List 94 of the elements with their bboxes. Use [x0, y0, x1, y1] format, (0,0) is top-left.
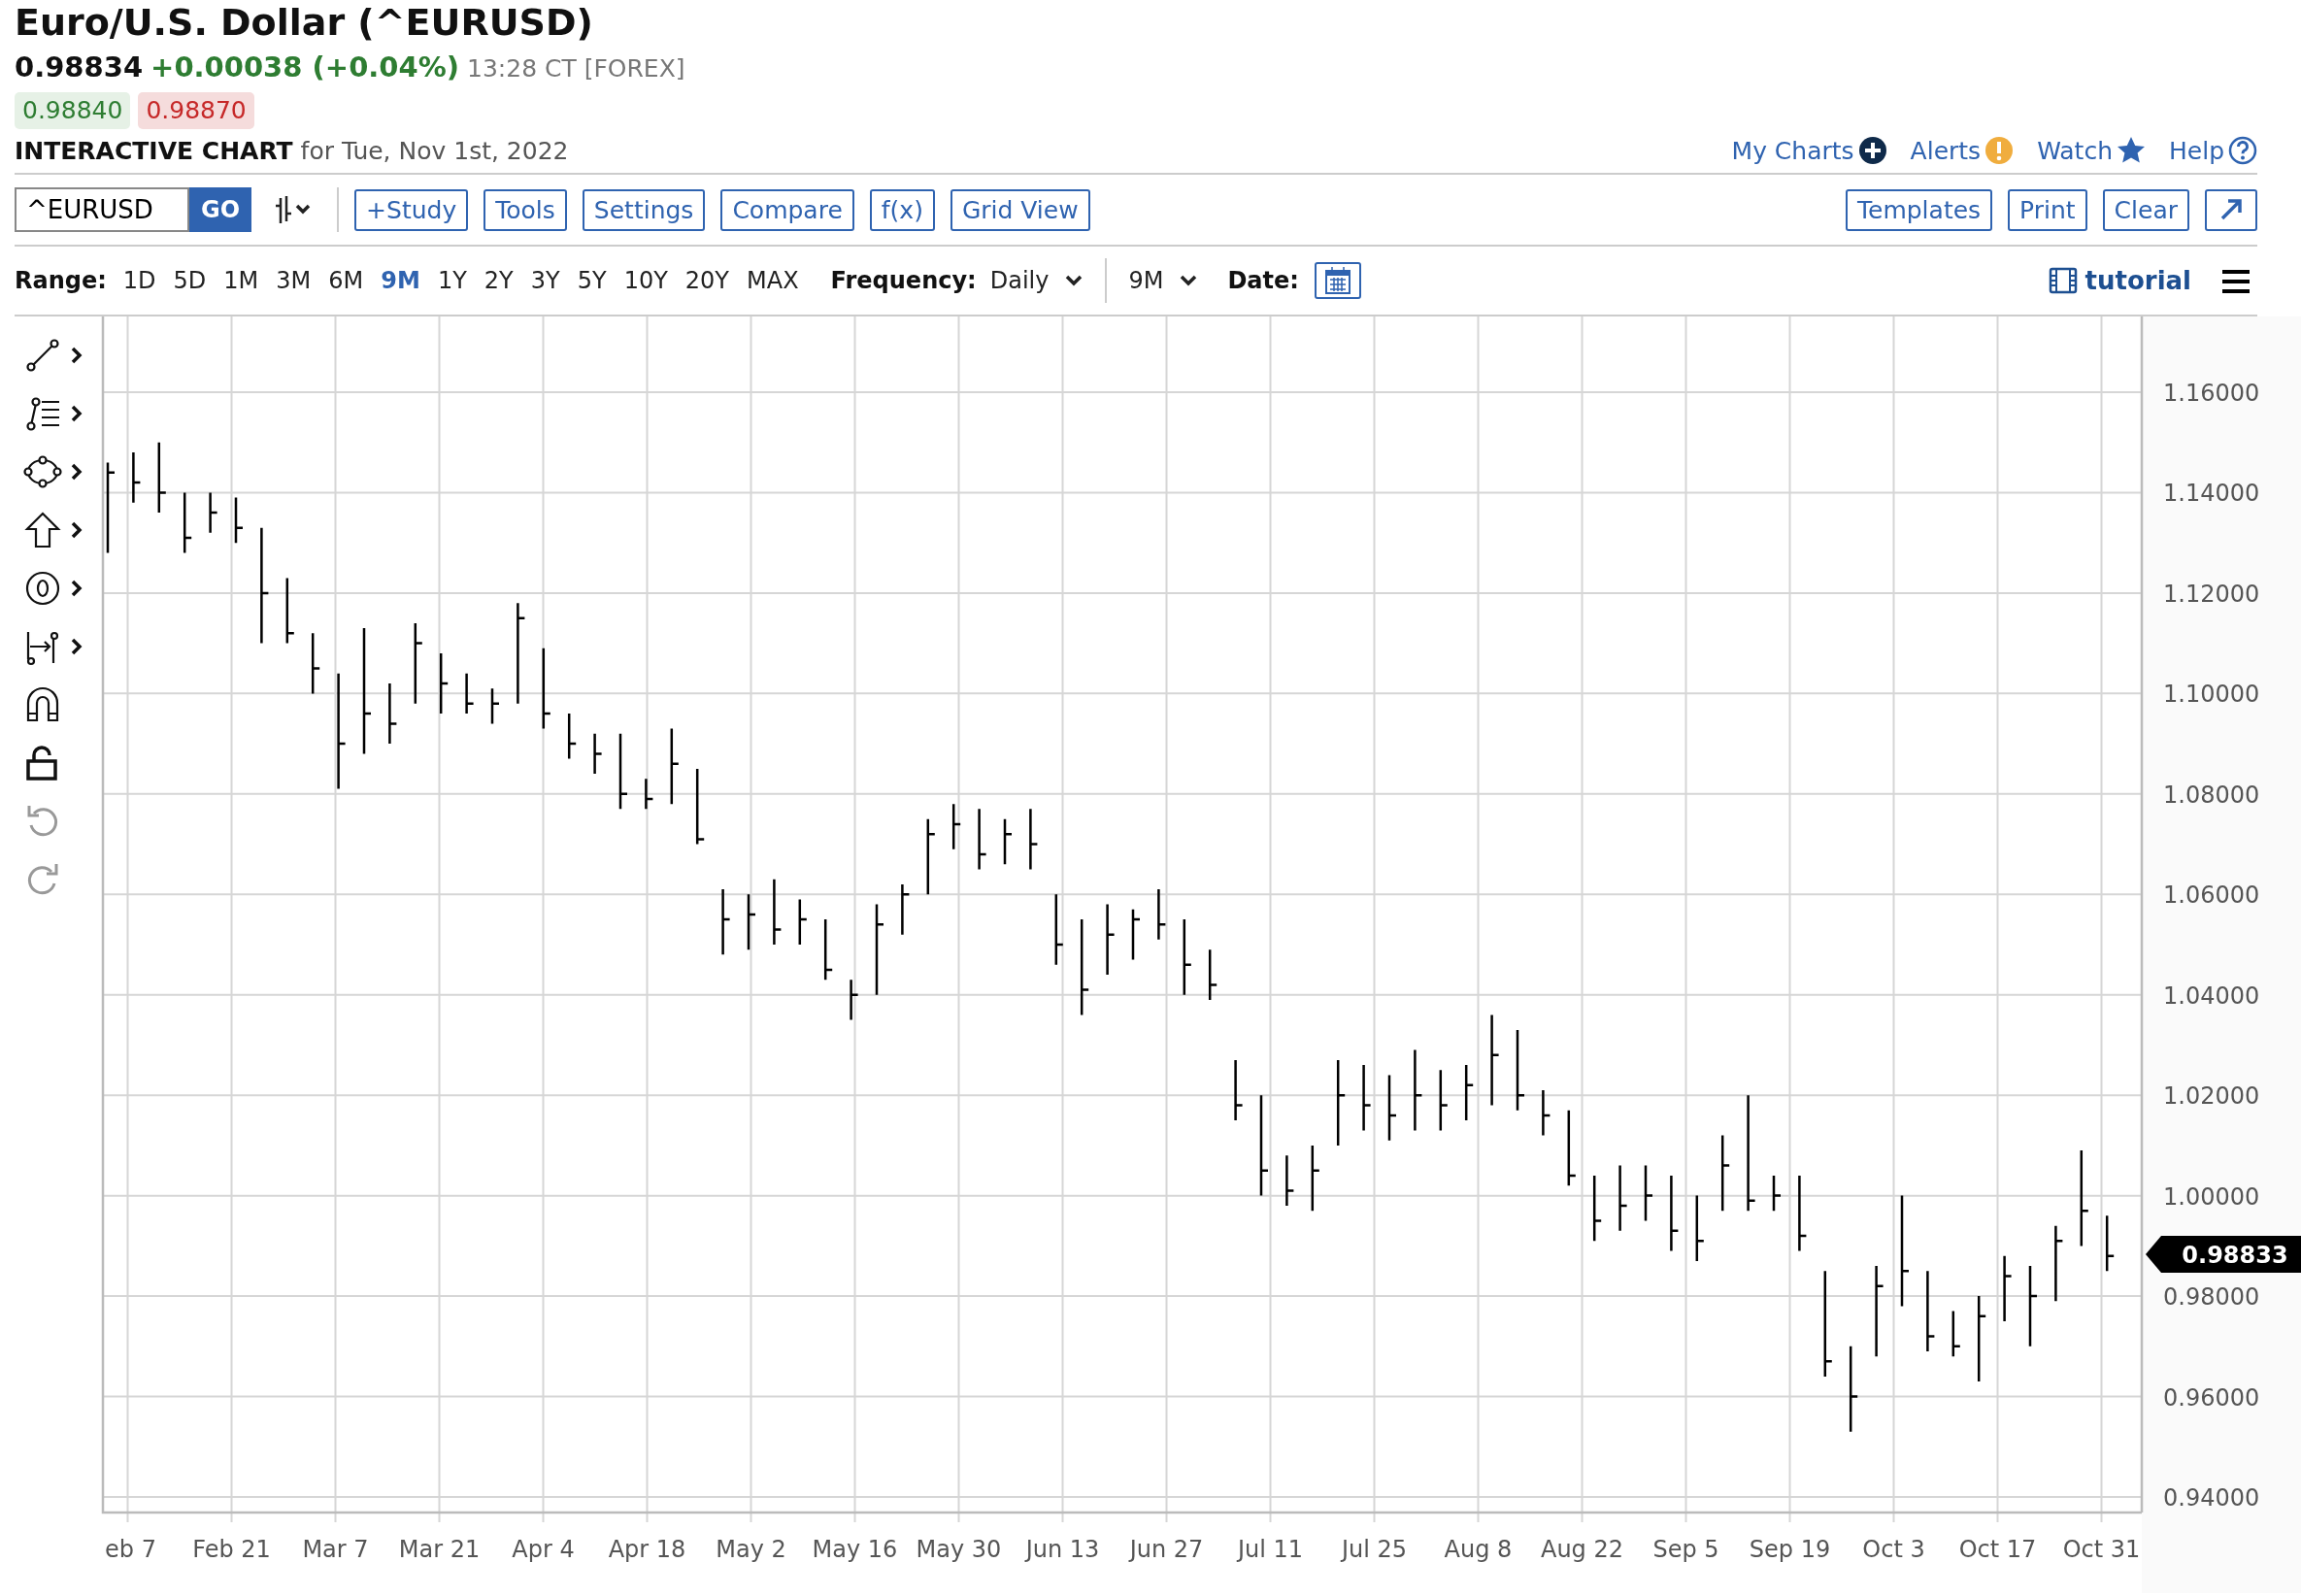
expand-button[interactable] — [2205, 188, 2257, 231]
range-option[interactable]: 5D — [164, 263, 216, 298]
x-axis-label: eb 7 — [105, 1536, 156, 1563]
y-axis-label: 1.02000 — [2163, 1082, 2260, 1111]
y-axis-label: 1.16000 — [2163, 380, 2260, 407]
range-label: Range: — [15, 266, 107, 296]
chevron-right-icon — [70, 637, 83, 656]
x-axis-label: Jun 13 — [1025, 1536, 1100, 1563]
chevron-right-icon — [70, 404, 83, 423]
x-axis-label: May 16 — [812, 1536, 898, 1563]
range-option[interactable]: 9M — [372, 263, 429, 298]
header-link[interactable]: Help — [2169, 132, 2257, 169]
bid-price: 0.98840 — [15, 92, 131, 129]
up-arrow-icon — [23, 511, 62, 549]
range-option[interactable]: 2Y — [475, 263, 522, 298]
y-axis-label: 1.14000 — [2163, 480, 2260, 508]
date-label: Date: — [1227, 266, 1299, 296]
x-axis-label: Aug 8 — [1444, 1536, 1513, 1563]
x-axis-label: Apr 18 — [608, 1536, 686, 1563]
quote-time: 13:28 CT [FOREX] — [467, 52, 685, 84]
x-axis-label: Jul 25 — [1341, 1536, 1408, 1563]
x-axis-label: May 2 — [716, 1536, 786, 1563]
calendar-icon — [1323, 266, 1351, 295]
header-link[interactable]: Watch — [2037, 132, 2146, 169]
frequency-dropdown[interactable]: Daily — [984, 263, 1090, 298]
page-title: Euro/U.S. Dollar (^EURUSD) — [15, 0, 594, 46]
y-axis-label: 1.12000 — [2163, 580, 2260, 608]
chevron-right-icon — [70, 520, 83, 540]
y-axis-label: 0.98000 — [2163, 1283, 2260, 1312]
x-axis-label: Feb 21 — [192, 1536, 271, 1563]
price-change: +0.00038 (+0.04%) — [150, 49, 459, 85]
range-option[interactable]: 3M — [267, 263, 320, 298]
range-option[interactable]: 3Y — [521, 263, 569, 298]
plus-icon — [1857, 136, 1887, 166]
x-axis-label: Mar 7 — [302, 1536, 369, 1563]
y-axis-label: 1.08000 — [2163, 781, 2260, 809]
header-link[interactable]: My Charts — [1731, 132, 1887, 169]
x-axis-label: Jul 11 — [1237, 1536, 1304, 1563]
chevron-down-icon — [1179, 274, 1199, 287]
range-option[interactable]: MAX — [738, 263, 808, 298]
y-axis-label: 1.00000 — [2163, 1182, 2260, 1211]
range-option[interactable]: 1Y — [428, 263, 476, 298]
x-axis-label: Oct 17 — [1958, 1536, 2037, 1563]
x-axis-label: May 30 — [916, 1536, 1002, 1563]
frequency-label: Frequency: — [830, 266, 977, 296]
period-dropdown[interactable]: 9M — [1122, 263, 1205, 298]
x-axis-label: Apr 4 — [512, 1536, 575, 1563]
x-axis-label: Sep 5 — [1652, 1536, 1719, 1563]
toolbar-button[interactable]: Templates — [1846, 188, 1993, 231]
chevron-right-icon — [70, 346, 83, 365]
x-axis-label: Oct 31 — [2062, 1536, 2141, 1563]
chart-label: INTERACTIVE CHART — [15, 135, 293, 167]
toolbar-button[interactable]: Print — [2008, 188, 2087, 231]
ask-price: 0.98870 — [138, 92, 254, 129]
toolbar-button[interactable]: Grid View — [950, 188, 1090, 231]
toolbar-button[interactable]: Settings — [582, 188, 706, 231]
y-axis-label: 1.06000 — [2163, 881, 2260, 910]
symbol-field[interactable]: ^EURUSD — [15, 187, 189, 232]
film-icon — [2048, 267, 2078, 294]
toolbar-button[interactable]: Tools — [484, 188, 567, 231]
circle-marker-icon — [23, 569, 62, 608]
go-button[interactable]: GO — [189, 187, 252, 232]
x-axis-label: Mar 21 — [398, 1536, 481, 1563]
alert-icon — [1984, 136, 2015, 166]
header-link[interactable]: Alerts — [1910, 132, 2015, 169]
y-axis-label: 0.96000 — [2163, 1383, 2260, 1412]
toolbar-button[interactable]: Clear — [2102, 188, 2189, 231]
range-option[interactable]: 1D — [114, 263, 165, 298]
chevron-right-icon — [70, 579, 83, 598]
toolbar-button[interactable]: Compare — [720, 188, 854, 231]
x-axis-label: Oct 3 — [1862, 1536, 1925, 1563]
range-option[interactable]: 5Y — [568, 263, 616, 298]
x-axis-label: Sep 19 — [1749, 1536, 1831, 1563]
range-option[interactable]: 10Y — [615, 263, 677, 298]
last-price: 0.98834 — [15, 49, 144, 85]
chart-date: for Tue, Nov 1st, 2022 — [300, 135, 569, 167]
range-option[interactable]: 1M — [215, 263, 268, 298]
toolbar-button[interactable]: +Study — [354, 188, 469, 231]
y-axis-label: 1.04000 — [2163, 981, 2260, 1010]
toolbar-button[interactable]: f(x) — [869, 188, 935, 231]
menu-icon — [2220, 269, 2251, 294]
x-axis-label: Aug 22 — [1541, 1536, 1623, 1563]
y-axis-label: 0.94000 — [2163, 1484, 2260, 1512]
chevron-right-icon — [70, 462, 83, 482]
range-option[interactable]: 6M — [319, 263, 373, 298]
x-axis-label: Jun 27 — [1129, 1536, 1204, 1563]
chevron-down-icon — [1064, 274, 1084, 287]
last-price-tag: 0.98833 — [2146, 1236, 2301, 1273]
range-option[interactable]: 20Y — [676, 263, 739, 298]
calendar-button[interactable] — [1314, 262, 1361, 299]
help-icon — [2228, 136, 2257, 166]
y-axis-label: 1.10000 — [2163, 681, 2260, 709]
tutorial-link[interactable]: tutorial — [2048, 261, 2191, 300]
fibonacci-tool-icon — [23, 394, 62, 433]
